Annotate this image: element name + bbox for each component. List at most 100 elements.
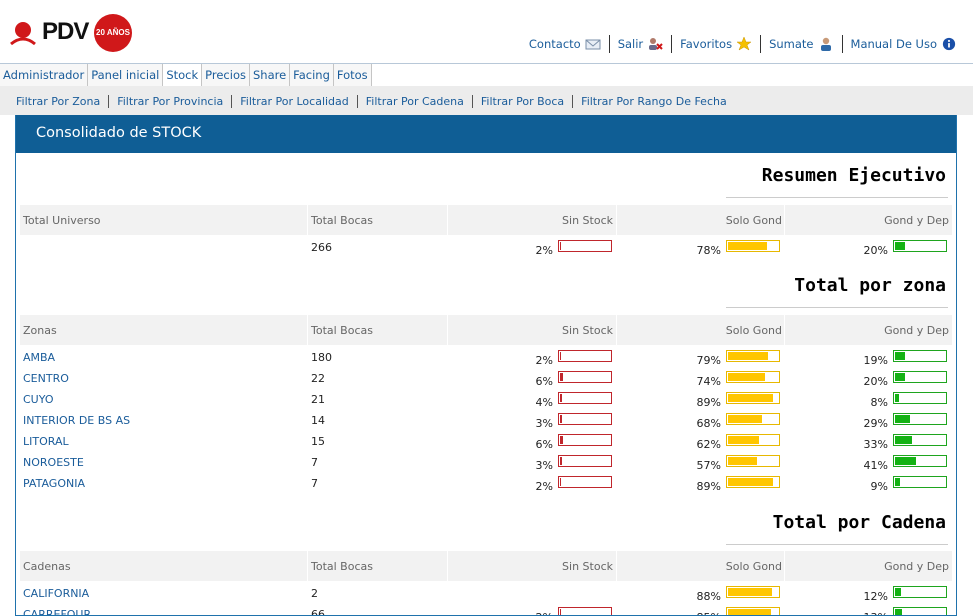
gond-y-dep-bar-fill [895,415,910,423]
filter-fecha-link[interactable]: Filtrar Por Rango De Fecha [572,95,735,108]
resumen-header-sep-2 [616,205,617,235]
solo-gond-percent: 68% [696,417,721,430]
sin-stock-bar [558,240,612,252]
resumen-header-3: Solo Gond [725,214,782,227]
sin-stock-bar [558,392,612,404]
gond-y-dep-percent: 8% [870,396,888,409]
zona-table-header: Zonas Total Bocas Sin Stock Solo Gond Gond y… [20,315,952,345]
sin-stock-bar-fill [560,394,562,402]
solo-gond-bar-fill [728,478,773,486]
solo-gond-bar [726,434,780,446]
zona-row-name[interactable]: CENTRO [23,372,69,385]
pdv-logo-icon [10,22,36,46]
header: PDV 20 AÑOS Contacto Salir Favoritos Sum… [0,0,973,63]
resumen-row-bocas: 266 [311,241,332,254]
gond-y-dep-bar [893,586,947,598]
zona-row-bocas: 7 [311,477,318,490]
filter-provincia-link[interactable]: Filtrar Por Provincia [108,95,231,108]
solo-gond-bar-fill [728,242,767,250]
gond-y-dep-bar-fill [895,478,900,486]
solo-gond-percent: 89% [696,480,721,493]
cadena-header-sep-2 [616,551,617,581]
gond-y-dep-bar [893,350,947,362]
zona-header-sep-1 [447,315,448,345]
filter-boca-link[interactable]: Filtrar Por Boca [471,95,572,108]
gond-y-dep-bar-fill [895,457,916,465]
zona-row-name[interactable]: LITORAL [23,435,69,448]
filter-cadena-link[interactable]: Filtrar Por Cadena [356,95,472,108]
filter-zona-link[interactable]: Filtrar Por Zona [8,95,108,108]
cadena-header-4: Gond y Dep [884,560,949,573]
gond-y-dep-bar [893,476,947,488]
zona-header-2: Sin Stock [562,324,613,337]
cadena-title-rule [726,544,948,545]
sin-stock-bar-fill [560,242,561,250]
cadena-header-3: Solo Gond [725,560,782,573]
gond-y-dep-percent: 29% [863,417,888,430]
filter-localidad-link[interactable]: Filtrar Por Localidad [231,95,357,108]
filter-links: Filtrar Por Zona Filtrar Por Provincia F… [8,95,735,108]
logo-text: PDV [42,18,89,45]
envelope-icon [585,39,601,50]
solo-gond-percent: 88% [696,590,721,603]
gond-y-dep-bar [893,455,947,467]
zona-row-name[interactable]: AMBA [23,351,55,364]
gond-y-dep-bar [893,392,947,404]
sin-stock-percent: 2% [535,480,553,493]
zona-row-name[interactable]: NOROESTE [23,456,84,469]
menu-fotos[interactable]: Fotos [333,64,372,86]
zona-row-name[interactable]: CUYO [23,393,54,406]
menu-administrador[interactable]: Administrador [0,64,89,86]
favoritos-link[interactable]: Favoritos [671,35,760,53]
sin-stock-bar [558,350,612,362]
sin-stock-percent: 3% [535,417,553,430]
resumen-header-4: Gond y Dep [884,214,949,227]
zona-row: CUYO 21 4% 89% 8% [20,390,952,411]
solo-gond-bar-fill [728,457,757,465]
zona-row: LITORAL 15 6% 62% 33% [20,432,952,453]
zona-header-sep-0 [307,315,308,345]
sin-stock-percent: 6% [535,375,553,388]
solo-gond-bar [726,371,780,383]
zona-title: Total por zona [794,275,946,296]
cadena-row-name[interactable]: CALIFORNIA [23,587,89,600]
zona-title-rule [726,307,948,308]
menu-share[interactable]: Share [249,64,291,86]
gond-y-dep-bar-fill [895,394,899,402]
resumen-title-rule [726,197,948,198]
zona-header-sep-2 [616,315,617,345]
zona-row-bocas: 22 [311,372,325,385]
menu-precios[interactable]: Precios [202,64,250,86]
user-remove-icon [649,38,663,50]
star-icon [736,37,752,51]
solo-gond-percent: 62% [696,438,721,451]
gond-y-dep-bar-fill [895,436,912,444]
manual-de-uso-link[interactable]: Manual De Uso [841,35,965,53]
contacto-link[interactable]: Contacto [521,35,609,53]
gond-y-dep-percent: 33% [863,438,888,451]
zona-row-name[interactable]: INTERIOR DE BS AS [23,414,130,427]
resumen-header-0: Total Universo [23,214,101,227]
gond-y-dep-percent: 41% [863,459,888,472]
salir-link[interactable]: Salir [608,35,671,53]
sumate-link[interactable]: Sumate [760,35,841,53]
zona-row-name[interactable]: PATAGONIA [23,477,85,490]
solo-gond-bar-fill [728,373,765,381]
cadena-header-sep-1 [447,551,448,581]
solo-gond-percent: 85% [681,611,721,615]
sin-stock-percent: 2% [513,611,553,615]
main-menu: Administrador Panel inicial Stock Precio… [0,64,973,86]
resumen-header-sep-1 [447,205,448,235]
menu-facing[interactable]: Facing [290,64,334,86]
resumen-header-2: Sin Stock [562,214,613,227]
gond-y-dep-bar [893,413,947,425]
solo-gond-percent: 89% [696,396,721,409]
zona-row-bocas: 14 [311,414,325,427]
menu-stock[interactable]: Stock [163,64,203,86]
solo-gond-percent: 74% [696,375,721,388]
zona-header-1: Total Bocas [311,324,373,337]
resumen-header-sep-3 [784,205,785,235]
zona-header-sep-3 [784,315,785,345]
cadena-header-0: Cadenas [23,560,71,573]
menu-panel-inicial[interactable]: Panel inicial [88,64,164,86]
